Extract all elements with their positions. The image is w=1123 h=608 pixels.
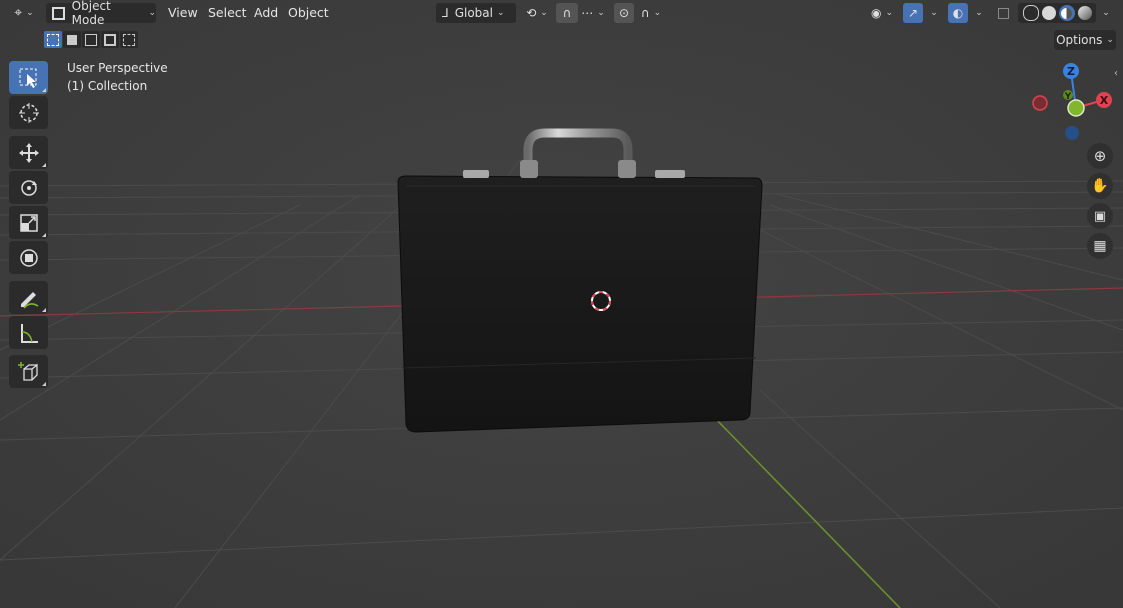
- snap-target-button[interactable]: ⋯ ⌄: [578, 3, 608, 23]
- select-invert-icon: [104, 33, 116, 46]
- viewport-scene: [0, 0, 1123, 608]
- orientation-label: Global: [454, 6, 493, 20]
- navigation-gizmo[interactable]: Z X Y: [1030, 62, 1120, 142]
- camera-icon: ▣: [1093, 208, 1107, 224]
- overlays-icon: ◐: [952, 6, 964, 20]
- select-extend-button[interactable]: [63, 31, 81, 48]
- rotate-icon: [20, 179, 37, 196]
- measure-tool[interactable]: [9, 316, 48, 349]
- annotate-tool[interactable]: [9, 281, 48, 314]
- briefcase-model: [397, 128, 763, 433]
- axes-icon: ⅃: [442, 6, 449, 20]
- object-mode-icon: [52, 6, 65, 20]
- gizmo-y-label: Y: [1064, 92, 1072, 102]
- solid-shading-icon[interactable]: [1041, 6, 1056, 20]
- visibility-button[interactable]: ◉ ⌄: [866, 3, 898, 23]
- select-extend-icon: [67, 34, 77, 45]
- measure-icon: [20, 323, 38, 343]
- proportional-icon: ⊙: [618, 6, 630, 20]
- scale-icon: [19, 213, 38, 232]
- gizmo-dropdown[interactable]: ⌄: [924, 3, 940, 23]
- rendered-shading-icon[interactable]: [1077, 6, 1092, 20]
- move-tool[interactable]: [9, 136, 48, 169]
- select-new-icon: [47, 33, 59, 46]
- zoom-button[interactable]: ⊕: [1087, 143, 1113, 169]
- mode-label: Object Mode: [71, 0, 111, 27]
- grid-icon: ▦: [1093, 238, 1107, 254]
- magnet-icon: ∩: [562, 6, 572, 20]
- add-cube-tool[interactable]: [9, 355, 48, 388]
- proportional-editing-toggle[interactable]: ⊙: [614, 3, 634, 23]
- select-subtract-icon: [85, 33, 97, 46]
- gizmo-icon: ↗: [907, 6, 919, 20]
- annotate-icon: [20, 291, 38, 309]
- menu-view[interactable]: View: [168, 4, 198, 22]
- material-shading-icon[interactable]: [1058, 5, 1075, 21]
- gizmo-neg-z[interactable]: [1065, 126, 1079, 140]
- viewport-header: ⌖ ⌄ Object Mode ⌄ View Select Add Object …: [0, 0, 1123, 27]
- menu-select[interactable]: Select: [208, 4, 247, 22]
- editor-type-icon: ⌖: [14, 5, 23, 21]
- 3d-viewport[interactable]: [0, 0, 1123, 608]
- select-new-button[interactable]: [44, 31, 62, 48]
- gizmo-center[interactable]: [1067, 99, 1085, 117]
- transform-icon: [19, 248, 38, 267]
- options-dropdown[interactable]: Options ⌄: [1054, 30, 1116, 50]
- gizmo-toggle[interactable]: ↗: [903, 3, 923, 23]
- gizmo-neg-x[interactable]: [1032, 95, 1048, 111]
- menu-object[interactable]: Object: [288, 4, 329, 22]
- falloff-curve-icon: ∩: [640, 6, 650, 20]
- overlays-toggle[interactable]: ◐: [948, 3, 968, 23]
- menu-add[interactable]: Add: [254, 4, 278, 22]
- snap-increment-icon: ⋯: [581, 6, 594, 20]
- view-name: User Perspective: [67, 61, 168, 75]
- add-cube-icon: [17, 361, 38, 381]
- pivot-icon: ⟲: [526, 6, 537, 20]
- move-icon: [18, 142, 39, 163]
- overlays-dropdown[interactable]: ⌄: [969, 3, 985, 23]
- orientation-dropdown[interactable]: ⅃ Global ⌄: [436, 3, 516, 23]
- gizmo-z-label: Z: [1067, 65, 1075, 78]
- gizmo-x-label: X: [1100, 94, 1109, 107]
- mode-dropdown[interactable]: Object Mode ⌄: [46, 0, 156, 27]
- perspective-toggle-button[interactable]: ▦: [1087, 233, 1113, 259]
- pan-button[interactable]: ✋: [1087, 173, 1113, 199]
- cursor-tool[interactable]: [9, 96, 48, 129]
- shading-dropdown[interactable]: ⌄: [1096, 3, 1112, 23]
- editor-type-button[interactable]: ⌖ ⌄: [8, 3, 40, 23]
- falloff-button[interactable]: ∩ ⌄: [636, 3, 666, 23]
- wireframe-shading-icon[interactable]: [1022, 5, 1039, 21]
- select-box-icon: [19, 68, 36, 88]
- select-mode-group: [44, 31, 138, 49]
- select-intersect-icon: [123, 33, 135, 46]
- shading-mode-group: [1018, 3, 1096, 23]
- select-intersect-button[interactable]: [120, 31, 138, 48]
- select-invert-button[interactable]: [101, 31, 119, 48]
- cursor-icon: [18, 102, 39, 123]
- xray-toggle[interactable]: [994, 3, 1012, 23]
- hand-icon: ✋: [1091, 178, 1109, 194]
- select-subtract-button[interactable]: [82, 31, 100, 48]
- camera-view-button[interactable]: ▣: [1087, 203, 1113, 229]
- collection-label: (1) Collection: [67, 79, 148, 93]
- options-label: Options: [1056, 33, 1103, 47]
- zoom-icon: ⊕: [1093, 147, 1107, 165]
- transform-tool[interactable]: [9, 241, 48, 274]
- xray-icon: [997, 7, 1009, 19]
- pivot-point-button[interactable]: ⟲ ⌄: [522, 3, 552, 23]
- snap-toggle[interactable]: ∩: [556, 3, 578, 23]
- select-box-tool[interactable]: [9, 61, 48, 94]
- eye-icon: ◉: [870, 6, 882, 20]
- rotate-tool[interactable]: [9, 171, 48, 204]
- scale-tool[interactable]: [9, 206, 48, 239]
